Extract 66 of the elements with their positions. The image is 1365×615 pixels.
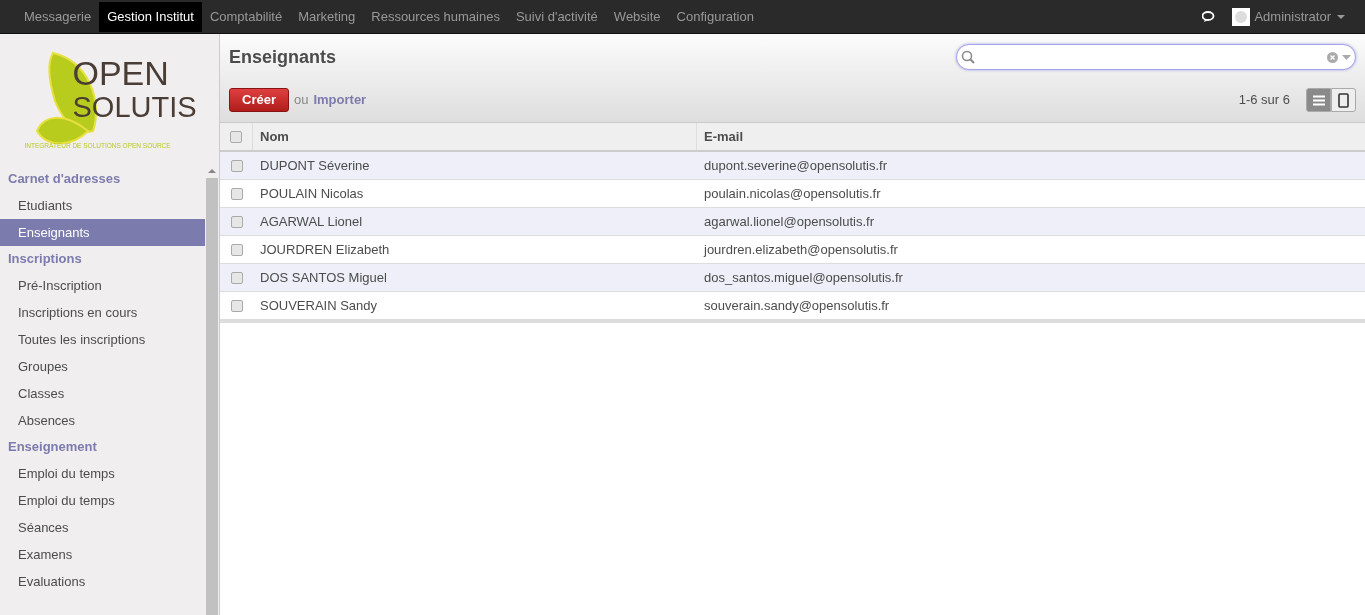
checkbox[interactable]: [230, 215, 243, 228]
list-icon: [1312, 94, 1325, 106]
checkbox[interactable]: [230, 299, 243, 312]
table-cell-text: POULAIN Nicolas: [259, 184, 365, 203]
checkbox[interactable]: [230, 130, 242, 143]
table-cell-text: AGARWAL Lionel: [259, 212, 364, 231]
sidebar-section-title: Enseignement: [7, 438, 98, 457]
top-menu-item[interactable]: Website: [605, 1, 669, 32]
table-row[interactable]: DOS SANTOS Miguel dos_santos.miguel@opensolutis.fr: [220, 264, 1365, 292]
column-header[interactable]: Nom: [253, 123, 697, 150]
or-label: ou: [293, 91, 309, 110]
table-cell-text: jourdren.elizabeth@opensolutis.fr: [702, 240, 899, 259]
table-cell-text: poulain.nicolas@opensolutis.fr: [703, 184, 882, 203]
top-menu-item[interactable]: Comptabilité: [201, 1, 291, 32]
page-title: Enseignants: [229, 45, 337, 69]
sidebar-item[interactable]: Inscriptions en cours: [0, 299, 205, 326]
sidebar-item[interactable]: Etudiants: [0, 192, 205, 219]
clear-icon[interactable]: [1327, 51, 1338, 63]
column-header[interactable]: E-mail: [697, 123, 1365, 150]
user-menu[interactable]: Administrator: [1254, 6, 1345, 27]
top-menu-item[interactable]: Messagerie: [16, 1, 100, 32]
table-cell-text: DUPONT Séverine: [259, 156, 371, 175]
search-field[interactable]: [956, 44, 1356, 70]
sidebar-item[interactable]: Groupes: [0, 353, 205, 380]
checkbox[interactable]: [230, 159, 243, 172]
table-cell-text: souverain.sandy@opensolutis.fr: [703, 296, 891, 315]
sidebar-item[interactable]: Emploi du temps: [0, 487, 205, 514]
table-cell-text: dos_santos.miguel@opensolutis.fr: [703, 268, 904, 287]
table-cell-text: SOUVERAIN Sandy: [259, 296, 379, 315]
search-icon: [961, 50, 975, 64]
view-switch-button[interactable]: [1331, 88, 1356, 112]
top-menu-item[interactable]: Gestion Institut: [99, 1, 202, 32]
top-menu-item[interactable]: Configuration: [668, 1, 762, 32]
page-icon: [1338, 92, 1349, 108]
caret-icon[interactable]: [1342, 54, 1351, 60]
scrollbar[interactable]: [205, 166, 219, 615]
checkbox[interactable]: [230, 187, 243, 200]
sidebar-item[interactable]: Enseignants: [0, 219, 205, 246]
top-menu-item[interactable]: Ressources humaines: [363, 1, 508, 32]
table-cell-text: DOS SANTOS Miguel: [259, 268, 388, 287]
chat-icon[interactable]: [1202, 10, 1217, 23]
top-menu-item[interactable]: Marketing: [290, 1, 364, 32]
sidebar-item[interactable]: Pré-Inscription: [0, 272, 205, 299]
checkbox[interactable]: [230, 243, 243, 256]
table-row[interactable]: AGARWAL Lionel agarwal.lionel@opensolutis.fr: [220, 208, 1365, 236]
scroll-up-icon[interactable]: [208, 166, 216, 176]
sidebar-item[interactable]: Toutes les inscriptions: [0, 326, 205, 353]
sidebar-item[interactable]: Emploi du temps: [0, 460, 205, 487]
sidebar-item[interactable]: Classes: [0, 380, 205, 407]
table-cell-text: agarwal.lionel@opensolutis.fr: [703, 212, 875, 231]
sidebar-item[interactable]: Evaluations: [0, 568, 205, 595]
pager: 1-6 sur 6: [1238, 91, 1290, 110]
sidebar-item[interactable]: Examens: [0, 541, 205, 568]
table-row[interactable]: DUPONT Séverine dupont.severine@opensolutis.fr: [220, 152, 1365, 180]
top-menu-item[interactable]: Suivi d'activité: [507, 1, 606, 32]
sidebar-section-title: Inscriptions: [7, 250, 83, 269]
caret-icon: [1337, 14, 1345, 19]
sidebar-item[interactable]: Absences: [0, 407, 205, 434]
sidebar-item[interactable]: Séances: [0, 514, 205, 541]
checkbox[interactable]: [230, 271, 243, 284]
avatar-icon: [1232, 7, 1251, 26]
table-cell-text: JOURDREN Elizabeth: [259, 240, 391, 259]
table-cell-text: dupont.severine@opensolutis.fr: [703, 156, 889, 175]
sidebar-section-title: Carnet d'adresses: [7, 170, 122, 189]
view-switch-button[interactable]: [1306, 88, 1331, 112]
create-button[interactable]: Créer: [229, 88, 289, 112]
